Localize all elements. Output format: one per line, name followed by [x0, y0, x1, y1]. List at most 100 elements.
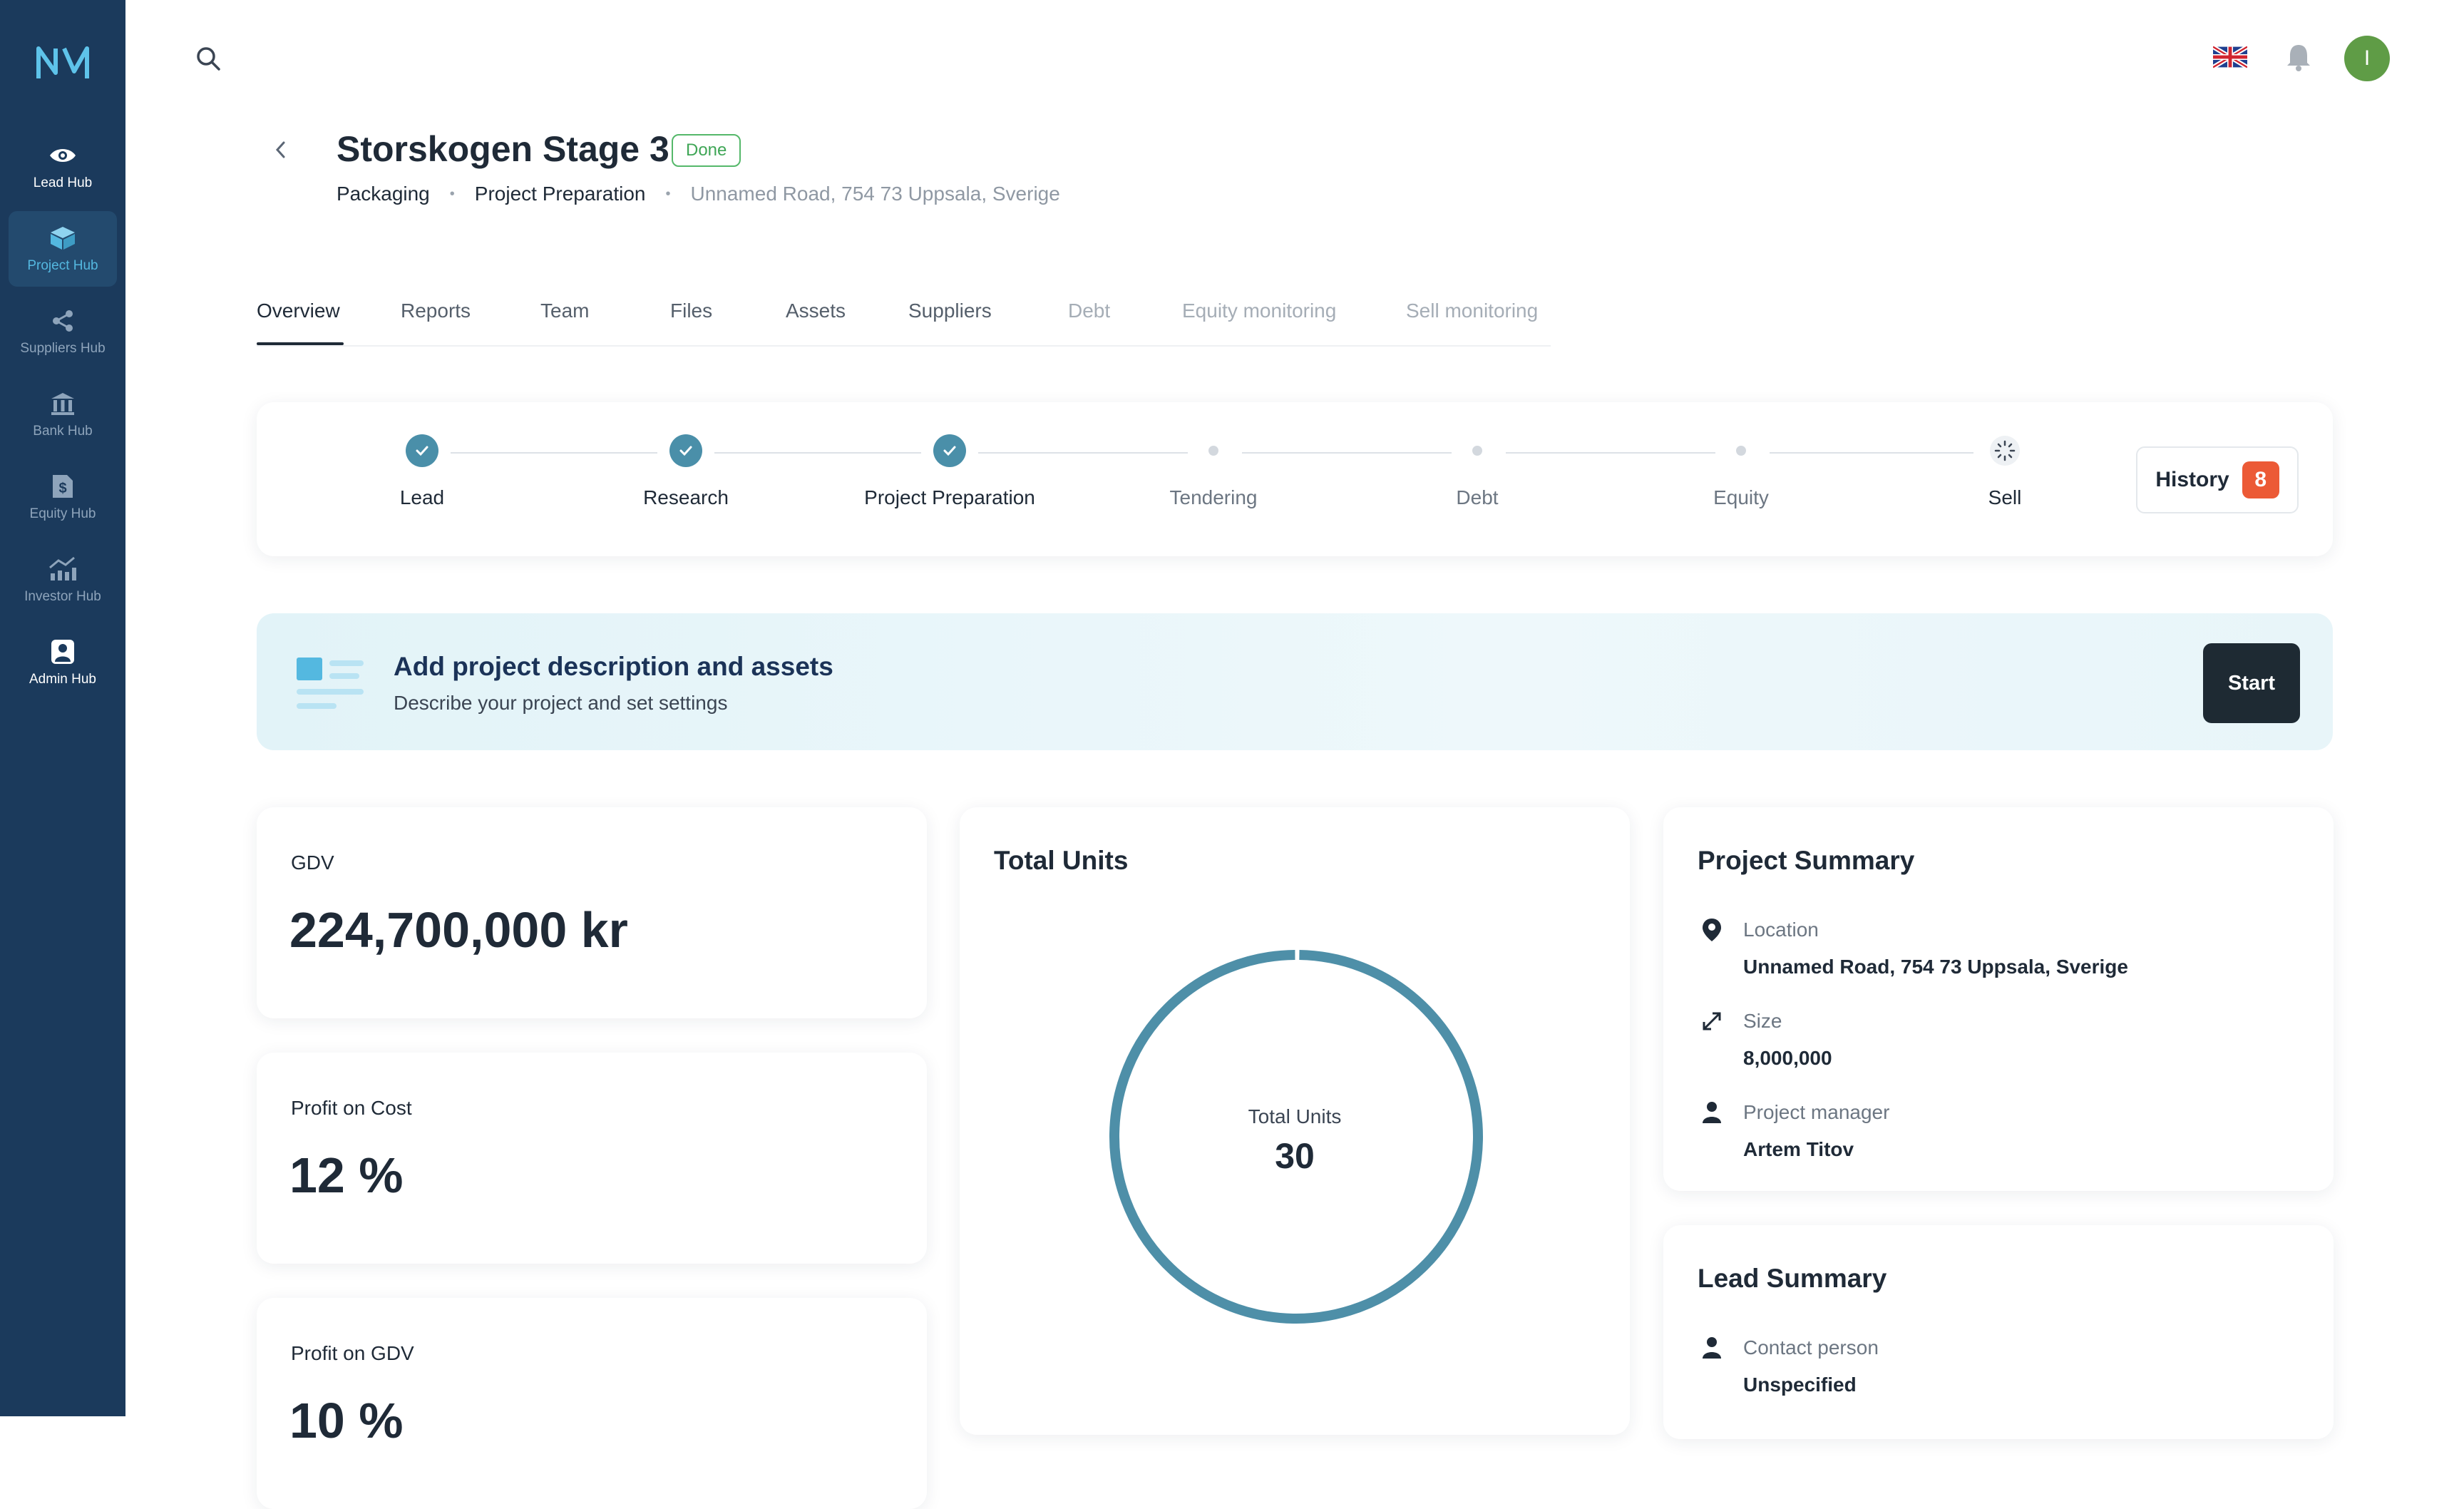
- back-button[interactable]: [270, 135, 292, 164]
- tab-team[interactable]: Team: [540, 300, 589, 322]
- metric-card-profit-on-cost: Profit on Cost 12 %: [257, 1053, 927, 1264]
- history-label: History: [2155, 468, 2229, 491]
- sidebar-item-label: Bank Hub: [33, 424, 93, 439]
- metric-label: Profit on Cost: [291, 1097, 412, 1119]
- expand-arrows-icon: [1698, 1007, 1726, 1035]
- metric-label: Profit on GDV: [291, 1342, 414, 1364]
- summary-key: Size: [1743, 1010, 1782, 1032]
- lead-summary-card: Lead Summary Contact person Unspecified: [1663, 1225, 2334, 1439]
- breadcrumb: Packaging • Project Preparation • Unname…: [337, 183, 1060, 205]
- history-button[interactable]: History 8: [2136, 446, 2299, 513]
- check-icon: [669, 434, 702, 467]
- active-tab-indicator: [257, 342, 344, 345]
- step-lead[interactable]: Lead: [329, 434, 515, 509]
- step-label: Equity: [1713, 486, 1769, 508]
- step-label: Project Preparation: [864, 486, 1035, 508]
- metric-value: 12 %: [289, 1147, 404, 1203]
- onboarding-banner: Add project description and assets Descr…: [257, 613, 2333, 750]
- bell-icon[interactable]: [2283, 41, 2314, 73]
- step-label: Debt: [1456, 486, 1499, 508]
- description-icon: [297, 658, 364, 709]
- summary-value: Artem Titov: [1743, 1138, 1854, 1160]
- sidebar-item-label: Project Hub: [27, 258, 98, 273]
- metric-card-gdv: GDV 224,700,000 kr: [257, 807, 927, 1018]
- location-pin-icon: [1698, 916, 1726, 944]
- step-label: Research: [643, 486, 729, 508]
- tab-equity-monitoring[interactable]: Equity monitoring: [1182, 300, 1336, 322]
- sidebar-item-equity-hub[interactable]: $ Equity Hub: [9, 459, 117, 535]
- sidebar-item-label: Investor Hub: [24, 589, 101, 604]
- summary-key: Location: [1743, 919, 1819, 941]
- breadcrumb-address: Unnamed Road, 754 73 Uppsala, Sverige: [690, 183, 1060, 205]
- pending-dot: [1736, 446, 1746, 456]
- card-title: Project Summary: [1698, 846, 1915, 875]
- metric-value: 224,700,000 kr: [289, 902, 628, 958]
- sidebar-item-label: Lead Hub: [33, 175, 93, 190]
- tab-files[interactable]: Files: [670, 300, 712, 322]
- sidebar-item-label: Admin Hub: [29, 672, 96, 687]
- step-tendering[interactable]: Tendering: [1121, 434, 1306, 509]
- metric-value: 10 %: [289, 1393, 404, 1448]
- step-debt[interactable]: Debt: [1385, 434, 1570, 509]
- donut-center-label: Total Units: [1248, 1105, 1342, 1127]
- breadcrumb-stage: Project Preparation: [474, 183, 646, 205]
- summary-value: Unnamed Road, 754 73 Uppsala, Sverige: [1743, 956, 2128, 978]
- metric-card-profit-on-gdv: Profit on GDV 10 %: [257, 1298, 927, 1509]
- chevron-left-icon: [275, 141, 285, 158]
- dollar-document-icon: $: [48, 472, 77, 501]
- tab-overview[interactable]: Overview: [257, 300, 340, 322]
- svg-text:$: $: [58, 481, 66, 496]
- sidebar-item-suppliers-hub[interactable]: Suppliers Hub: [9, 294, 117, 369]
- loading-spinner-icon: [1990, 436, 2020, 466]
- step-equity[interactable]: Equity: [1648, 434, 1834, 509]
- donut-center-value: 30: [1275, 1136, 1315, 1176]
- card-title: Total Units: [994, 846, 1129, 875]
- tab-assets[interactable]: Assets: [786, 300, 846, 322]
- sidebar-item-admin-hub[interactable]: Admin Hub: [9, 625, 117, 700]
- metric-label: GDV: [291, 851, 334, 874]
- project-summary-card: Project Summary Location Unnamed Road, 7…: [1663, 807, 2334, 1191]
- start-button[interactable]: Start: [2203, 643, 2300, 723]
- banner-title: Add project description and assets: [394, 652, 833, 681]
- check-icon: [933, 434, 966, 467]
- check-icon: [406, 434, 438, 467]
- sidebar-item-investor-hub[interactable]: Investor Hub: [9, 542, 117, 618]
- pending-dot: [1208, 446, 1218, 456]
- box-icon: [48, 224, 77, 252]
- tab-reports[interactable]: Reports: [401, 300, 471, 322]
- summary-key: Contact person: [1743, 1336, 1879, 1359]
- status-badge: Done: [672, 134, 741, 167]
- app-logo[interactable]: [34, 43, 91, 83]
- sidebar: Lead Hub Project Hub Suppliers Hub Bank …: [0, 0, 125, 1416]
- sidebar-item-bank-hub[interactable]: Bank Hub: [9, 377, 117, 452]
- breadcrumb-separator: •: [665, 185, 671, 202]
- user-badge-icon: [48, 638, 77, 666]
- sidebar-item-project-hub[interactable]: Project Hub: [9, 211, 117, 287]
- sidebar-item-lead-hub[interactable]: Lead Hub: [9, 128, 117, 204]
- tab-bar: Overview Reports Team Files Assets Suppl…: [257, 300, 1551, 347]
- card-title: Lead Summary: [1698, 1264, 1887, 1293]
- uk-flag-icon[interactable]: [2213, 44, 2247, 70]
- breadcrumb-category: Packaging: [337, 183, 430, 205]
- step-label: Sell: [1988, 486, 2022, 508]
- search-icon[interactable]: [194, 44, 222, 73]
- avatar[interactable]: I: [2344, 36, 2390, 81]
- summary-key: Project manager: [1743, 1101, 1890, 1123]
- bank-icon: [48, 389, 77, 418]
- step-label: Tendering: [1169, 486, 1258, 508]
- sidebar-item-label: Equity Hub: [29, 506, 96, 521]
- tab-suppliers[interactable]: Suppliers: [908, 300, 992, 322]
- step-research[interactable]: Research: [593, 434, 779, 509]
- share-icon: [48, 307, 77, 335]
- tab-sell-monitoring[interactable]: Sell monitoring: [1406, 300, 1538, 322]
- banner-subtitle: Describe your project and set settings: [394, 692, 728, 714]
- sidebar-item-label: Suppliers Hub: [20, 341, 106, 356]
- person-icon: [1698, 1334, 1726, 1362]
- person-icon: [1698, 1098, 1726, 1127]
- tab-debt[interactable]: Debt: [1068, 300, 1110, 322]
- pending-dot: [1472, 446, 1482, 456]
- step-project-preparation[interactable]: Project Preparation: [857, 434, 1042, 509]
- eye-icon: [48, 141, 77, 170]
- step-sell[interactable]: Sell: [1912, 434, 2098, 509]
- summary-value: 8,000,000: [1743, 1047, 1832, 1069]
